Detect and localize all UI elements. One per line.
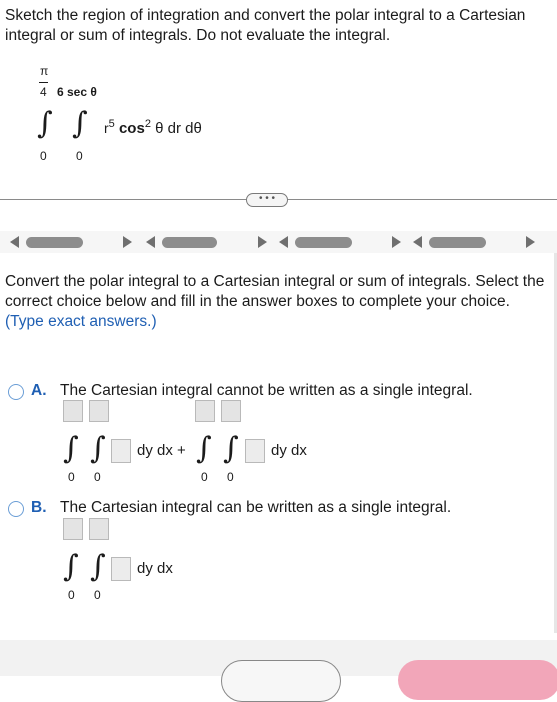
outer-lower-limit: 0 xyxy=(40,149,47,163)
b-integral-sign-1: ∫ xyxy=(63,549,79,584)
step-group-2[interactable] xyxy=(146,234,276,250)
option-a-text[interactable]: The Cartesian integral cannot be written… xyxy=(60,382,473,400)
b-integrand-box[interactable] xyxy=(111,557,131,581)
inner-integral-sign: ∫ xyxy=(72,106,88,141)
outer-integral-sign: ∫ xyxy=(37,106,53,141)
instructions-hint: (Type exact answers.) xyxy=(5,313,157,330)
b-dydx: dy dx xyxy=(137,560,173,577)
next-arrow-icon[interactable] xyxy=(526,236,535,248)
cos-label: cos xyxy=(118,120,145,137)
cos-exponent: 2 xyxy=(144,118,151,130)
b-upper-limit-box-2[interactable] xyxy=(89,518,109,540)
prev-arrow-icon[interactable] xyxy=(146,236,155,248)
step-bar-3[interactable] xyxy=(295,237,352,248)
step-group-3[interactable] xyxy=(279,234,409,250)
prev-arrow-icon[interactable] xyxy=(413,236,422,248)
step-bar-1[interactable] xyxy=(26,237,83,248)
outer-upper-limit-denominator: 4 xyxy=(40,85,47,99)
step-group-1[interactable] xyxy=(10,234,140,250)
a-integral-sign-2: ∫ xyxy=(90,431,106,466)
a-integral-sign-1: ∫ xyxy=(63,431,79,466)
outer-upper-limit-numerator: π xyxy=(40,64,49,78)
option-a-radio[interactable] xyxy=(8,384,24,400)
next-arrow-icon[interactable] xyxy=(123,236,132,248)
clear-all-button[interactable] xyxy=(221,660,341,702)
a-integrand-box-2[interactable] xyxy=(245,439,265,463)
a-lower-limit-2: 0 xyxy=(94,470,101,484)
expand-ellipsis-button[interactable]: • • • xyxy=(246,193,288,207)
prev-arrow-icon[interactable] xyxy=(279,236,288,248)
b-integral-sign-2: ∫ xyxy=(90,549,106,584)
option-b-radio[interactable] xyxy=(8,501,24,517)
option-a-letter[interactable]: A. xyxy=(31,382,47,400)
inner-lower-limit: 0 xyxy=(76,149,83,163)
b-lower-limit-1: 0 xyxy=(68,588,75,602)
step-navigation xyxy=(0,231,557,253)
step-bar-4[interactable] xyxy=(429,237,486,248)
b-upper-limit-box-1[interactable] xyxy=(63,518,83,540)
prev-arrow-icon[interactable] xyxy=(10,236,19,248)
a-upper-limit-box-1[interactable] xyxy=(63,400,83,422)
a-lower-limit-4: 0 xyxy=(227,470,234,484)
a-dydx-2: dy dx xyxy=(271,442,307,459)
fraction-bar xyxy=(39,82,48,83)
a-integral-sign-3: ∫ xyxy=(196,431,212,466)
instructions-main: Convert the polar integral to a Cartesia… xyxy=(5,273,545,310)
a-lower-limit-1: 0 xyxy=(68,470,75,484)
a-dydx-1: dy dx + xyxy=(137,442,186,459)
step-group-4[interactable] xyxy=(413,234,543,250)
a-lower-limit-3: 0 xyxy=(201,470,208,484)
instructions: Convert the polar integral to a Cartesia… xyxy=(5,272,553,332)
integrand-tail: θ dr dθ xyxy=(155,120,202,137)
option-b-expression: ∫ ∫ dy dx 0 0 xyxy=(60,518,260,606)
r-exponent: 5 xyxy=(108,118,115,130)
a-upper-limit-box-2[interactable] xyxy=(89,400,109,422)
integrand: r5 cos2 θ dr dθ xyxy=(104,118,202,137)
option-b-text[interactable]: The Cartesian integral can be written as… xyxy=(60,499,451,517)
check-answer-button[interactable] xyxy=(398,660,557,700)
question-prompt: Sketch the region of integration and con… xyxy=(5,7,526,44)
next-arrow-icon[interactable] xyxy=(392,236,401,248)
step-bar-2[interactable] xyxy=(162,237,217,248)
option-b-letter[interactable]: B. xyxy=(31,499,47,517)
next-arrow-icon[interactable] xyxy=(258,236,267,248)
inner-upper-limit: 6 sec θ xyxy=(57,85,97,99)
polar-integral: π 4 6 sec θ ∫ ∫ 0 0 r5 cos2 θ dr dθ xyxy=(36,64,236,164)
a-integrand-box-1[interactable] xyxy=(111,439,131,463)
a-upper-limit-box-4[interactable] xyxy=(221,400,241,422)
option-a-expression: ∫ ∫ dy dx + 0 0 ∫ ∫ dy dx 0 0 xyxy=(60,400,360,488)
a-integral-sign-4: ∫ xyxy=(223,431,239,466)
b-lower-limit-2: 0 xyxy=(94,588,101,602)
a-upper-limit-box-3[interactable] xyxy=(195,400,215,422)
